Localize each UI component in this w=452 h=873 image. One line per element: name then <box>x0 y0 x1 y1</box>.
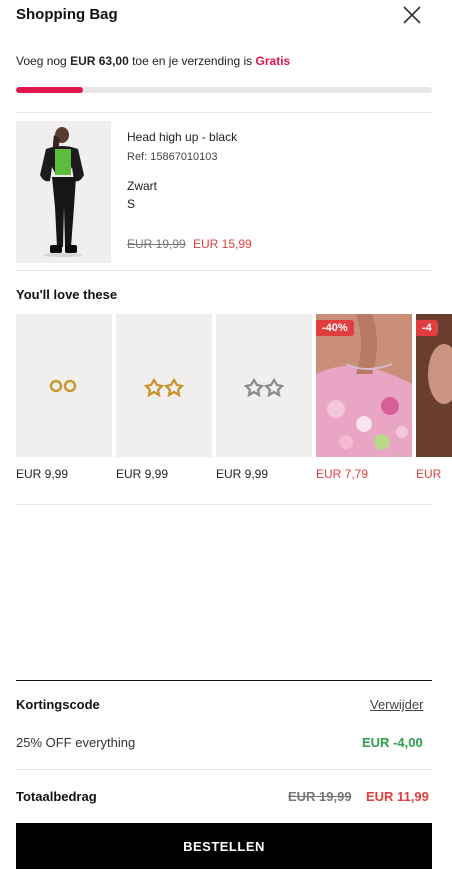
shipping-middle: toe en je verzending is <box>128 54 256 68</box>
reco-image-gold-hoop-earrings[interactable] <box>16 314 112 457</box>
total-old-price: EUR 19,99 <box>288 789 352 804</box>
discount-badge: -4 <box>416 320 438 336</box>
cart-item-color: Zwart <box>127 179 157 193</box>
total-new-price: EUR 11,99 <box>366 789 429 804</box>
cart-item-size: S <box>127 197 136 211</box>
divider <box>16 270 432 271</box>
reco-price: EUR 9,99 <box>16 467 69 481</box>
shipping-progress-fill <box>16 87 83 93</box>
total-label: Totaalbedrag <box>16 789 97 804</box>
discount-badge: -40% <box>316 320 354 336</box>
reco-card[interactable]: -40% EUR 7,79 <box>316 314 412 481</box>
reco-price: EUR 9,99 <box>216 467 269 481</box>
page-title: Shopping Bag <box>16 6 118 23</box>
reco-image-model-photo[interactable]: -4 <box>416 314 452 457</box>
reco-card-partial[interactable]: -4 EUR <box>416 314 452 494</box>
reco-price: EUR 9,99 <box>116 467 169 481</box>
reco-image-silver-star-earrings[interactable] <box>216 314 312 457</box>
divider <box>16 769 432 770</box>
checkout-button[interactable]: BESTELLEN <box>16 823 432 869</box>
reco-price: EUR <box>416 467 442 481</box>
reco-card[interactable]: EUR 9,99 <box>116 314 212 481</box>
shipping-free-label: Gratis <box>255 54 291 68</box>
reco-card[interactable]: EUR 9,99 <box>16 314 112 481</box>
shipping-amount: EUR 63,00 <box>70 54 129 68</box>
recommendations-title: You'll love these <box>16 287 118 302</box>
close-icon[interactable] <box>402 5 422 25</box>
cart-item-image[interactable] <box>16 121 111 263</box>
cart-item-ref: Ref: 15867010103 <box>127 151 218 163</box>
remove-discount-link[interactable]: Verwijder <box>370 697 423 712</box>
free-shipping-message: Voeg nog EUR 63,00 toe en je verzending … <box>16 54 290 68</box>
cart-item-old-price: EUR 19,99 <box>127 237 186 251</box>
divider <box>16 504 432 505</box>
reco-image-gold-star-earrings[interactable] <box>116 314 212 457</box>
shipping-progress-bar <box>16 87 432 93</box>
cart-item-name[interactable]: Head high up - black <box>127 130 237 144</box>
discount-code-text: 25% OFF everything <box>16 735 136 750</box>
reco-price: EUR 7,79 <box>316 467 369 481</box>
summary-divider <box>16 680 432 681</box>
discount-code-label: Kortingscode <box>16 697 100 712</box>
cart-item-new-price: EUR 15,99 <box>193 237 252 251</box>
reco-image-bracelet-on-wrist[interactable]: -40% <box>316 314 412 457</box>
discount-value: EUR -4,00 <box>362 735 423 750</box>
shipping-prefix: Voeg nog <box>16 54 71 68</box>
reco-card[interactable]: EUR 9,99 <box>216 314 312 481</box>
divider <box>16 112 432 113</box>
